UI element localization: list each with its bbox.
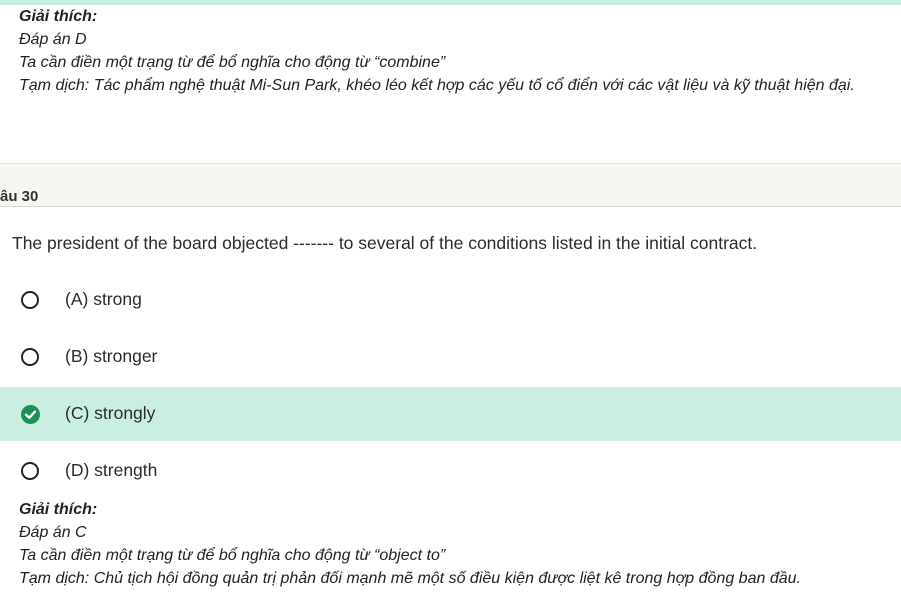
question-text: The president of the board objected ----… (12, 233, 758, 253)
option-label: (A) strong (65, 289, 142, 309)
explanation-answer: Đáp án C (19, 524, 87, 541)
option-c[interactable]: (C) strongly (0, 387, 901, 441)
option-a[interactable]: (A) strong (0, 273, 901, 327)
explanation-reason: Ta cần điền một trạng từ để bổ nghĩa cho… (19, 54, 446, 71)
question-number: âu 30 (0, 188, 39, 205)
explanation-translation: Tạm dịch: Tác phẩm nghệ thuật Mi-Sun Par… (19, 77, 855, 94)
option-label: (D) strength (65, 460, 158, 480)
radio-circle-icon[interactable] (21, 348, 39, 366)
check-circle-icon[interactable] (21, 405, 40, 424)
radio-circle-icon[interactable] (21, 291, 39, 309)
explanation-title: Giải thích: (19, 501, 98, 518)
option-label: (C) strongly (65, 403, 156, 423)
radio-circle-icon[interactable] (21, 462, 39, 480)
explanation-title: Giải thích: (19, 8, 98, 25)
option-label: (B) stronger (65, 346, 158, 366)
explanation-answer: Đáp án D (19, 31, 87, 48)
explanation-reason: Ta cần điền một trạng từ để bổ nghĩa cho… (19, 547, 446, 564)
option-d[interactable]: (D) strength (0, 444, 901, 498)
answer-explanation: Giải thích: Đáp án C Ta cần điền một trạ… (19, 498, 801, 590)
option-b[interactable]: (B) stronger (0, 330, 901, 384)
previous-explanation: Giải thích: Đáp án D Ta cần điền một trạ… (19, 5, 855, 97)
question-header: âu 30 (0, 163, 901, 207)
explanation-translation: Tạm dịch: Chủ tịch hội đồng quản trị phả… (19, 570, 801, 587)
